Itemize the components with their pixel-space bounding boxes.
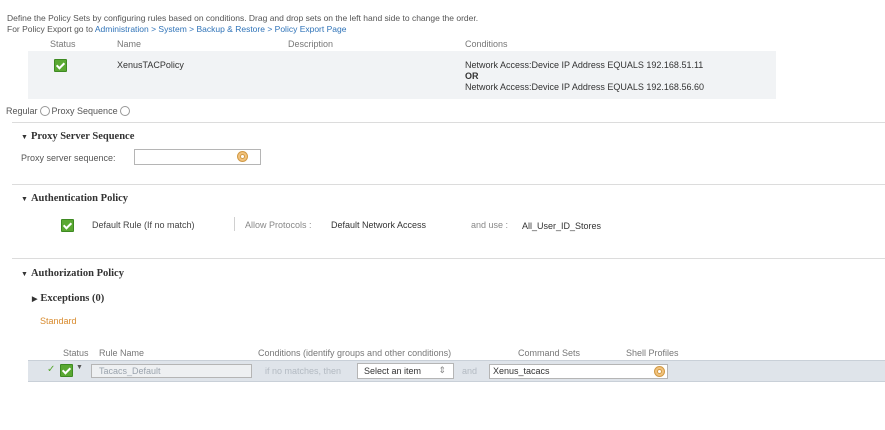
authz-rule-name-value: Tacacs_Default	[99, 366, 161, 376]
authentication-section-header[interactable]: ▼ Authentication Policy	[21, 193, 128, 204]
row-edit-check-icon[interactable]: ✓	[47, 364, 55, 375]
policy-export-link[interactable]: Administration > System > Backup & Resto…	[95, 24, 347, 34]
auth-rule-name: Default Rule (If no match)	[92, 220, 195, 230]
allow-protocols-value[interactable]: Default Network Access	[331, 220, 426, 230]
proxy-section-title: Proxy Server Sequence	[30, 131, 135, 142]
select-arrows-icon: ⇕	[438, 365, 446, 375]
if-no-matches-label: if no matches, then	[265, 366, 342, 376]
mode-selector: Regular Proxy Sequence	[6, 106, 132, 117]
allow-protocols-label: Allow Protocols :	[245, 220, 312, 230]
and-use-label: and use :	[471, 220, 509, 230]
collapse-triangle-icon: ▼	[21, 133, 28, 141]
expand-triangle-icon: ▶	[32, 295, 38, 303]
shell-profile-value: Xenus_tacacs	[493, 366, 550, 376]
exceptions-toggle[interactable]: ▶ Exceptions (0)	[32, 293, 104, 304]
identity-store-value[interactable]: All_User_ID_Stores	[522, 221, 601, 231]
header-name: Name	[117, 39, 142, 49]
divider-proxy	[12, 184, 885, 185]
exceptions-title: Exceptions (0)	[40, 293, 105, 304]
policy-set-condition-1: Network Access:Device IP Address EQUALS …	[465, 60, 704, 70]
authorization-section-title: Authorization Policy	[30, 268, 124, 279]
header-description: Description	[288, 39, 334, 49]
authz-rule-name-input[interactable]: Tacacs_Default	[91, 364, 252, 378]
divider-auth	[12, 258, 885, 259]
authentication-section-title: Authentication Policy	[30, 193, 129, 204]
shell-profile-gear-icon[interactable]	[654, 366, 665, 377]
intro-text: Define the Policy Sets by configuring ru…	[7, 13, 479, 23]
auth-rule-status-checkbox[interactable]	[61, 219, 74, 232]
proxy-section-header[interactable]: ▼ Proxy Server Sequence	[21, 131, 134, 142]
divider-top	[12, 122, 885, 123]
authz-header-shell-profiles: Shell Profiles	[626, 348, 679, 358]
authz-header-command-sets: Command Sets	[518, 348, 581, 358]
policy-set-status-checkbox[interactable]	[54, 59, 67, 72]
policy-set-name[interactable]: XenusTACPolicy	[117, 60, 184, 70]
authz-rule-status-checkbox[interactable]	[60, 364, 73, 377]
policy-set-condition-or: OR	[465, 71, 479, 81]
proxy-sequence-gear-icon[interactable]	[237, 151, 248, 162]
policy-export-prefix: For Policy Export go to	[7, 24, 93, 34]
collapse-triangle-icon: ▼	[21, 195, 28, 203]
proxy-field-label: Proxy server sequence:	[21, 153, 116, 163]
mode-proxy-label: Proxy Sequence	[51, 106, 118, 116]
and-label: and	[462, 366, 478, 376]
standard-label: Standard	[40, 316, 77, 326]
command-set-select[interactable]: Select an item ⇕	[357, 363, 454, 379]
mode-regular-label: Regular	[6, 106, 38, 116]
policy-set-condition-2: Network Access:Device IP Address EQUALS …	[465, 82, 704, 92]
header-status: Status	[50, 39, 76, 49]
policy-export-line: For Policy Export go to Administration >…	[7, 24, 346, 34]
header-conditions: Conditions	[465, 39, 508, 49]
mode-regular-radio[interactable]	[39, 106, 50, 117]
mode-proxy-radio[interactable]	[119, 106, 130, 117]
command-set-select-placeholder: Select an item	[364, 366, 422, 376]
collapse-triangle-icon: ▼	[21, 270, 28, 278]
authz-header-rule-name: Rule Name	[99, 348, 145, 358]
shell-profile-input[interactable]: Xenus_tacacs	[489, 364, 668, 379]
auth-rule-divider	[234, 217, 235, 231]
authz-header-conditions: Conditions (identify groups and other co…	[258, 348, 452, 358]
status-dropdown-arrow-icon[interactable]: ▼	[76, 364, 83, 371]
authorization-section-header[interactable]: ▼ Authorization Policy	[21, 268, 124, 279]
authz-header-status: Status	[63, 348, 89, 358]
